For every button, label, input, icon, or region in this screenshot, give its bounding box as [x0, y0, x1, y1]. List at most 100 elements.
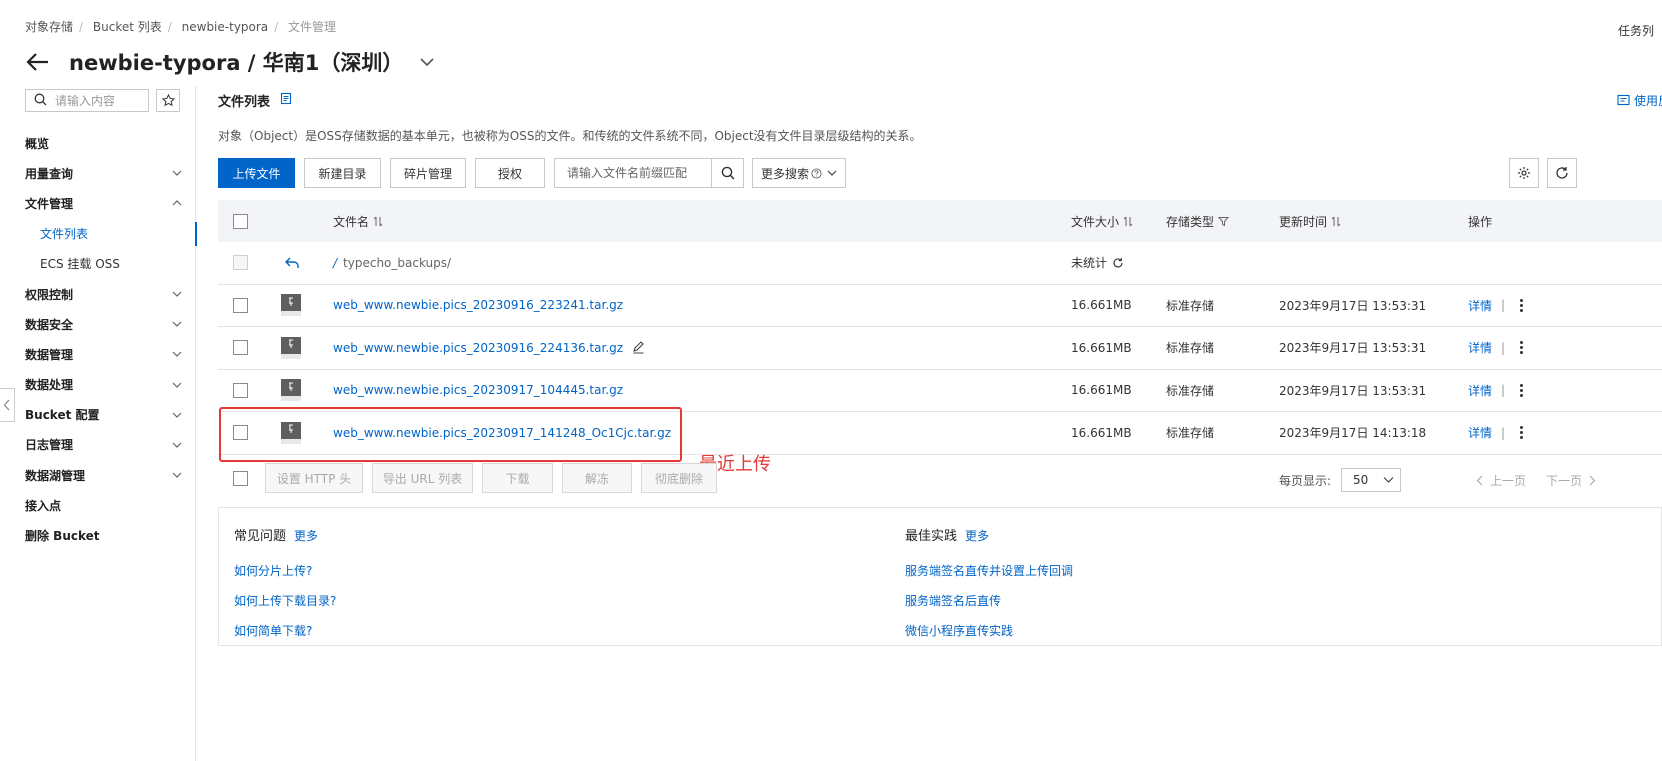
next-page-button[interactable]: 下一页 — [1546, 472, 1596, 489]
faq-link[interactable]: 如何简单下载? — [234, 622, 336, 639]
sidebar-search — [25, 89, 149, 112]
sidebar-item-label: ECS 挂载 OSS — [40, 257, 120, 272]
faq-title: 常见问题 — [234, 529, 287, 544]
row-checkbox[interactable] — [233, 370, 248, 412]
more-search-button[interactable]: 更多搜索 — [752, 158, 846, 188]
sidebar-item-overview[interactable]: 概览 — [0, 128, 196, 158]
details-link[interactable]: 详情 — [1468, 297, 1492, 314]
faq-link[interactable]: 如何上传下载目录? — [234, 592, 336, 609]
breadcrumb-item-oss[interactable]: 对象存储 — [25, 20, 73, 34]
sidebar-item-data-security[interactable]: 数据安全 — [0, 309, 196, 339]
upload-file-button[interactable]: 上传文件 — [218, 158, 295, 188]
parent-directory-name: typecho_backups/ — [343, 255, 452, 270]
sidebar-item-label: 数据安全 — [25, 317, 74, 332]
best-practice-more-link[interactable]: 更多 — [965, 529, 989, 543]
file-name-link[interactable]: web_www.newbie.pics_20230916_224136.tar.… — [333, 327, 645, 369]
prev-page-button[interactable]: 上一页 — [1476, 472, 1526, 489]
details-link[interactable]: 详情 — [1468, 382, 1492, 399]
file-name: web_www.newbie.pics_20230917_104445.tar.… — [333, 383, 624, 398]
sidebar-item-delete-bucket[interactable]: 删除 Bucket — [0, 520, 196, 550]
row-checkbox[interactable] — [233, 285, 248, 327]
chevron-down-icon — [172, 291, 182, 297]
file-name-link[interactable]: web_www.newbie.pics_20230916_223241.tar.… — [333, 285, 623, 327]
settings-gear-icon[interactable] — [1509, 158, 1539, 188]
select-all-checkbox[interactable] — [233, 200, 248, 242]
task-list-link[interactable]: 任务列 — [1618, 22, 1654, 39]
download-button[interactable]: 下载 — [482, 463, 553, 493]
file-name: web_www.newbie.pics_20230916_223241.tar.… — [333, 298, 624, 313]
details-link[interactable]: 详情 — [1468, 424, 1492, 441]
details-link[interactable]: 详情 — [1468, 339, 1492, 356]
parent-directory[interactable]: / typecho_backups/ — [333, 242, 451, 284]
sidebar-item-data-lake[interactable]: 数据湖管理 — [0, 460, 196, 490]
sidebar-item-bucket-config[interactable]: Bucket 配置 — [0, 400, 196, 430]
return-arrow-icon[interactable] — [285, 242, 299, 284]
sidebar-item-ecs-mount[interactable]: ECS 挂载 OSS — [0, 249, 196, 279]
sidebar-collapse-toggle[interactable] — [0, 388, 15, 422]
section-title-text: 文件列表 — [218, 95, 271, 110]
feedback-link[interactable]: 使用反 — [1617, 92, 1662, 109]
breadcrumb-item-bucket-list[interactable]: Bucket 列表 — [93, 20, 162, 34]
authorize-button[interactable]: 授权 — [475, 158, 545, 188]
sidebar-item-data-management[interactable]: 数据管理 — [0, 339, 196, 369]
file-name-link[interactable]: web_www.newbie.pics_20230917_104445.tar.… — [333, 370, 623, 412]
unfreeze-button[interactable]: 解冻 — [562, 463, 632, 493]
sidebar-item-file-list[interactable]: 文件列表 — [0, 219, 197, 249]
export-url-list-button[interactable]: 导出 URL 列表 — [372, 463, 473, 493]
footer-select-all-checkbox[interactable] — [218, 470, 265, 486]
sidebar-nav: 概览 用量查询 文件管理 文件列表 ECS 挂载 OSS 权限控制 数据安全 数… — [0, 128, 197, 551]
column-header-name[interactable]: 文件名 — [333, 200, 383, 242]
best-practice-link[interactable]: 服务端签名后直传 — [905, 592, 1073, 609]
table-row[interactable]: web_www.newbie.pics_20230917_104445.tar.… — [218, 370, 1662, 412]
set-http-header-button[interactable]: 设置 HTTP 头 — [265, 463, 363, 493]
chevron-down-icon[interactable] — [419, 54, 435, 70]
file-search-input[interactable] — [555, 166, 711, 180]
back-arrow-icon[interactable] — [25, 49, 51, 75]
table-row[interactable]: web_www.newbie.pics_20230916_223241.tar.… — [218, 285, 1662, 327]
chevron-down-icon — [172, 170, 182, 177]
table-row[interactable]: web_www.newbie.pics_20230916_224136.tar.… — [218, 327, 1662, 370]
refresh-icon[interactable] — [1547, 158, 1577, 188]
best-practice-link[interactable]: 微信小程序直传实践 — [905, 622, 1073, 639]
refresh-icon[interactable] — [1112, 257, 1124, 269]
page-size-select[interactable]: 50 — [1341, 468, 1402, 492]
edit-pencil-icon[interactable] — [632, 341, 645, 354]
more-actions-icon[interactable] — [1520, 298, 1524, 312]
table-row-parent[interactable]: / typecho_backups/ 未统计 — [218, 242, 1662, 285]
column-header-size[interactable]: 文件大小 — [1071, 200, 1133, 242]
more-actions-icon[interactable] — [1520, 383, 1524, 397]
faq-more-link[interactable]: 更多 — [294, 529, 318, 543]
sidebar-item-access-point[interactable]: 接入点 — [0, 490, 196, 520]
permanent-delete-button[interactable]: 彻底删除 — [641, 463, 717, 493]
sidebar-item-file-management[interactable]: 文件管理 — [0, 188, 196, 218]
fragment-management-button[interactable]: 碎片管理 — [390, 158, 466, 188]
new-directory-button[interactable]: 新建目录 — [304, 158, 381, 188]
column-header-label: 文件大小 — [1071, 214, 1120, 229]
breadcrumb-item-bucket[interactable]: newbie-typora — [182, 20, 269, 34]
sidebar-item-label: 文件管理 — [25, 196, 74, 211]
search-icon[interactable] — [711, 159, 743, 187]
star-icon[interactable] — [156, 89, 180, 112]
column-header-updated[interactable]: 更新时间 — [1279, 200, 1341, 242]
sidebar-item-label: 数据湖管理 — [25, 468, 86, 483]
more-actions-icon[interactable] — [1520, 426, 1524, 440]
faq-section: 常见问题 更多 如何分片上传? 如何上传下载目录? 如何简单下载? — [234, 525, 336, 639]
best-practice-link[interactable]: 服务端签名直传并设置上传回调 — [905, 562, 1073, 579]
storage-type: 标准存储 — [1166, 383, 1215, 398]
sidebar-item-usage[interactable]: 用量查询 — [0, 158, 196, 188]
breadcrumb-separator: / — [274, 20, 279, 34]
faq-link[interactable]: 如何分片上传? — [234, 562, 336, 579]
more-search-label: 更多搜索 — [760, 166, 809, 181]
sidebar-item-access-control[interactable]: 权限控制 — [0, 279, 196, 309]
sidebar-search-input[interactable] — [55, 93, 141, 108]
column-header-storage[interactable]: 存储类型 — [1166, 200, 1230, 242]
sidebar-item-data-processing[interactable]: 数据处理 — [0, 370, 196, 400]
document-icon[interactable] — [280, 92, 292, 109]
sidebar-item-log-management[interactable]: 日志管理 — [0, 430, 196, 460]
row-actions: 详情 | — [1468, 327, 1524, 369]
row-checkbox[interactable] — [233, 327, 248, 369]
help-panel: 常见问题 更多 如何分片上传? 如何上传下载目录? 如何简单下载? 最佳实践 更多 … — [218, 507, 1662, 646]
chevron-right-icon — [1589, 475, 1596, 485]
best-practice-heading: 最佳实践 更多 — [905, 525, 1073, 544]
more-actions-icon[interactable] — [1520, 341, 1524, 355]
